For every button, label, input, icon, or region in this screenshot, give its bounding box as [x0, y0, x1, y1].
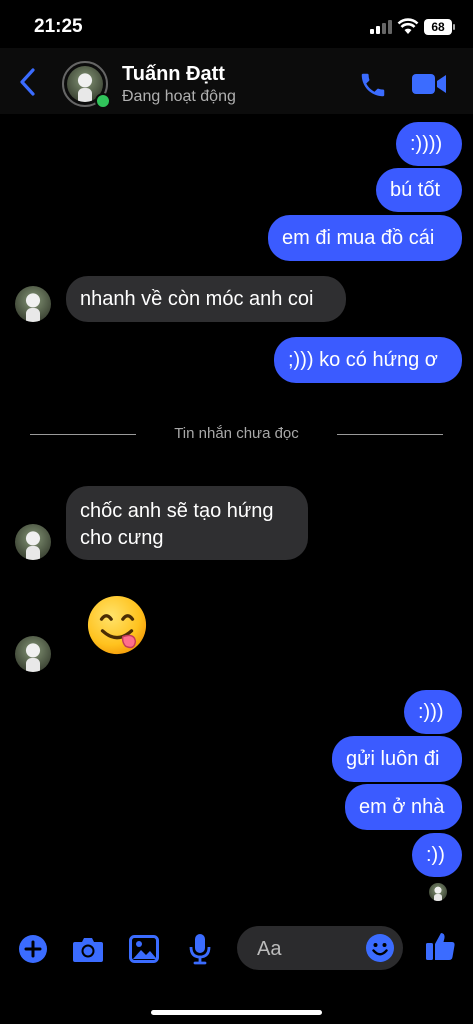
message-bubble-outgoing[interactable]: :))): [404, 690, 462, 734]
wifi-icon: [397, 18, 419, 34]
unread-divider-line-right: [337, 434, 443, 435]
contact-avatar-small[interactable]: [15, 286, 51, 322]
online-status-dot: [95, 93, 111, 109]
phone-icon[interactable]: [358, 70, 388, 100]
yummy-face-emoji[interactable]: [86, 594, 148, 656]
camera-icon[interactable]: [72, 935, 104, 963]
cellular-signal-icon: [370, 20, 392, 34]
message-bubble-outgoing[interactable]: :)))): [396, 122, 462, 166]
gallery-icon[interactable]: [129, 935, 159, 963]
home-indicator: [151, 1010, 322, 1015]
message-input-placeholder: Aa: [257, 938, 282, 960]
battery-indicator: 68: [424, 19, 452, 35]
message-bubble-outgoing[interactable]: :)): [412, 833, 462, 877]
message-bubble-outgoing[interactable]: gửi luôn đi: [332, 736, 462, 782]
emoji-icon[interactable]: [365, 933, 395, 963]
microphone-icon[interactable]: [188, 933, 212, 965]
message-bubble-incoming[interactable]: chốc anh sẽ tạo hứng cho cưng: [66, 486, 308, 560]
video-camera-icon[interactable]: [411, 70, 447, 98]
message-bubble-outgoing[interactable]: em ở nhà: [345, 784, 462, 830]
message-bubble-outgoing[interactable]: ;))) ko có hứng ơ: [274, 337, 462, 383]
plus-icon[interactable]: [18, 934, 48, 964]
thumbs-up-icon[interactable]: [424, 930, 456, 962]
seen-receipt-avatar: [429, 883, 447, 901]
message-bubble-incoming[interactable]: nhanh về còn móc anh coi: [66, 276, 346, 322]
back-chevron-icon[interactable]: [18, 66, 38, 98]
message-bubble-outgoing[interactable]: em đi mua đồ cái: [268, 215, 462, 261]
status-time: 21:25: [34, 16, 83, 37]
contact-avatar-small[interactable]: [15, 524, 51, 560]
message-bubble-outgoing[interactable]: bú tốt: [376, 168, 462, 212]
battery-cap: [453, 24, 455, 30]
contact-status: Đang hoạt động: [122, 88, 236, 105]
contact-name[interactable]: Tuấnn Đạtt: [122, 63, 225, 86]
contact-avatar-small[interactable]: [15, 636, 51, 672]
